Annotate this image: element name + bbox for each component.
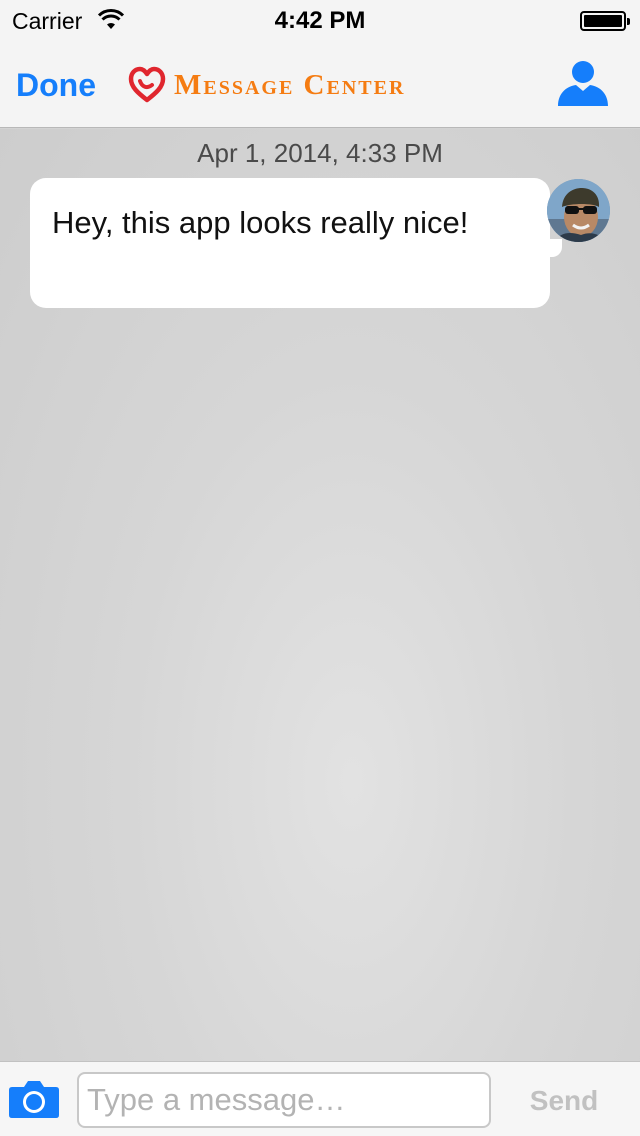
navigation-bar: Done Message Center xyxy=(0,40,640,128)
message-text: Hey, this app looks really nice! xyxy=(52,205,469,240)
message-composer: Send xyxy=(0,1061,640,1136)
clock: 4:42 PM xyxy=(274,7,366,34)
battery-icon xyxy=(580,11,630,31)
heart-logo-icon xyxy=(128,66,166,103)
status-bar: Carrier 4:42 PM xyxy=(0,0,640,40)
done-button[interactable]: Done xyxy=(16,67,96,104)
brand-title: Message Center xyxy=(128,64,405,106)
send-button[interactable]: Send xyxy=(514,1082,614,1120)
page-title: Message Center xyxy=(174,68,406,101)
camera-icon[interactable] xyxy=(8,1079,60,1119)
person-icon[interactable] xyxy=(556,58,610,108)
message-timestamp: Apr 1, 2014, 4:33 PM xyxy=(197,138,443,168)
message-bubble: Hey, this app looks really nice! xyxy=(30,178,550,308)
user-avatar xyxy=(547,179,610,242)
conversation-area[interactable]: Apr 1, 2014, 4:33 PM Hey, this app looks… xyxy=(0,129,640,1061)
message-input[interactable] xyxy=(77,1072,491,1128)
